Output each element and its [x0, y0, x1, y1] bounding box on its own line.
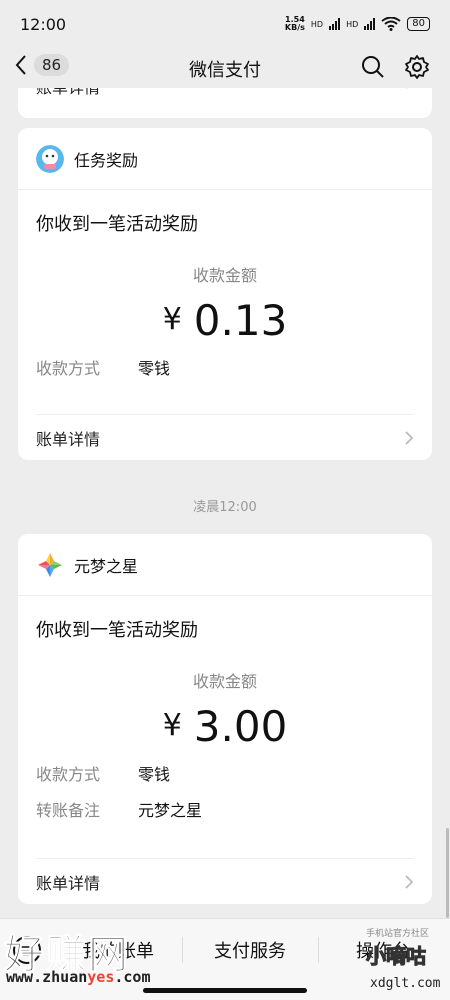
bill-detail-row[interactable]: 账单详情	[36, 414, 414, 460]
hd-label: HD	[310, 19, 324, 29]
divider	[318, 937, 319, 963]
search-icon[interactable]	[360, 54, 386, 80]
signal-icon-2	[364, 18, 376, 30]
header: 86 微信支付	[0, 48, 450, 88]
field-row: 收款方式 零钱	[18, 349, 432, 385]
field-key: 收款方式	[36, 765, 101, 784]
card-header: 元梦之星	[18, 534, 432, 596]
field-value: 零钱	[138, 765, 171, 784]
divider	[182, 937, 183, 963]
currency-symbol: ¥	[162, 708, 182, 743]
network-speed: 1.54 KB/s	[284, 15, 305, 32]
amount-value: 0.13	[193, 296, 288, 345]
field-row: 转账备注 元梦之星	[18, 791, 432, 827]
payment-services-button[interactable]: 支付服务	[214, 937, 286, 963]
bill-detail-label: 账单详情	[36, 873, 101, 893]
chevron-right-icon	[405, 430, 414, 445]
yuanmeng-star-logo-icon	[38, 552, 62, 577]
message-timestamp: 凌晨12:00	[193, 500, 257, 515]
hd-label-2: HD	[346, 19, 359, 29]
bill-detail-row[interactable]: 账单详情	[36, 858, 414, 904]
amount-label: 收款金额	[192, 266, 257, 285]
card-header: 任务奖励	[18, 128, 432, 190]
signal-icon	[329, 18, 341, 30]
field-value: 元梦之星	[138, 801, 203, 820]
status-time: 12:00	[20, 14, 67, 34]
field-row: 收款方式 零钱	[18, 755, 432, 791]
field-key: 转账备注	[36, 801, 101, 820]
amount-value: 3.00	[193, 702, 288, 751]
app-name: 任务奖励	[74, 150, 139, 170]
currency-symbol: ¥	[162, 302, 182, 337]
field-key: 收款方式	[36, 359, 101, 378]
payment-card: 元梦之星 你收到一笔活动奖励 收款金额 ¥3.00 收款方式 零钱 转账备注 元…	[18, 534, 432, 904]
card-message: 你收到一笔活动奖励	[36, 620, 198, 641]
watermark-logo-right: 小嘀咕	[366, 944, 427, 969]
wifi-icon	[381, 17, 401, 31]
scrollbar[interactable]	[446, 828, 449, 918]
field-value: 零钱	[138, 359, 171, 378]
watermark-url: www.zhuanyes.com	[6, 968, 151, 986]
bill-detail-label: 账单详情	[36, 429, 101, 449]
home-indicator[interactable]	[143, 988, 307, 993]
status-icons: 1.54 KB/s HD HD 80	[285, 16, 430, 32]
payment-card: 任务奖励 你收到一笔活动奖励 收款金额 ¥0.13 收款方式 零钱 账单详情	[18, 128, 432, 460]
chevron-right-icon	[405, 874, 414, 889]
watermark-caption: 手机站官方社区	[366, 929, 430, 939]
gear-icon[interactable]	[404, 54, 430, 80]
status-bar: 12:00 1.54 KB/s HD HD 80	[0, 0, 450, 48]
amount: ¥3.00	[18, 702, 432, 751]
watermark-url-right: xdglt.com	[370, 976, 441, 991]
amount-label: 收款金额	[192, 672, 257, 691]
app-name: 元梦之星	[74, 556, 139, 576]
card-message: 你收到一笔活动奖励	[36, 214, 198, 235]
battery-icon: 80	[407, 17, 430, 31]
task-reward-logo-icon	[36, 144, 64, 173]
amount: ¥0.13	[18, 296, 432, 345]
